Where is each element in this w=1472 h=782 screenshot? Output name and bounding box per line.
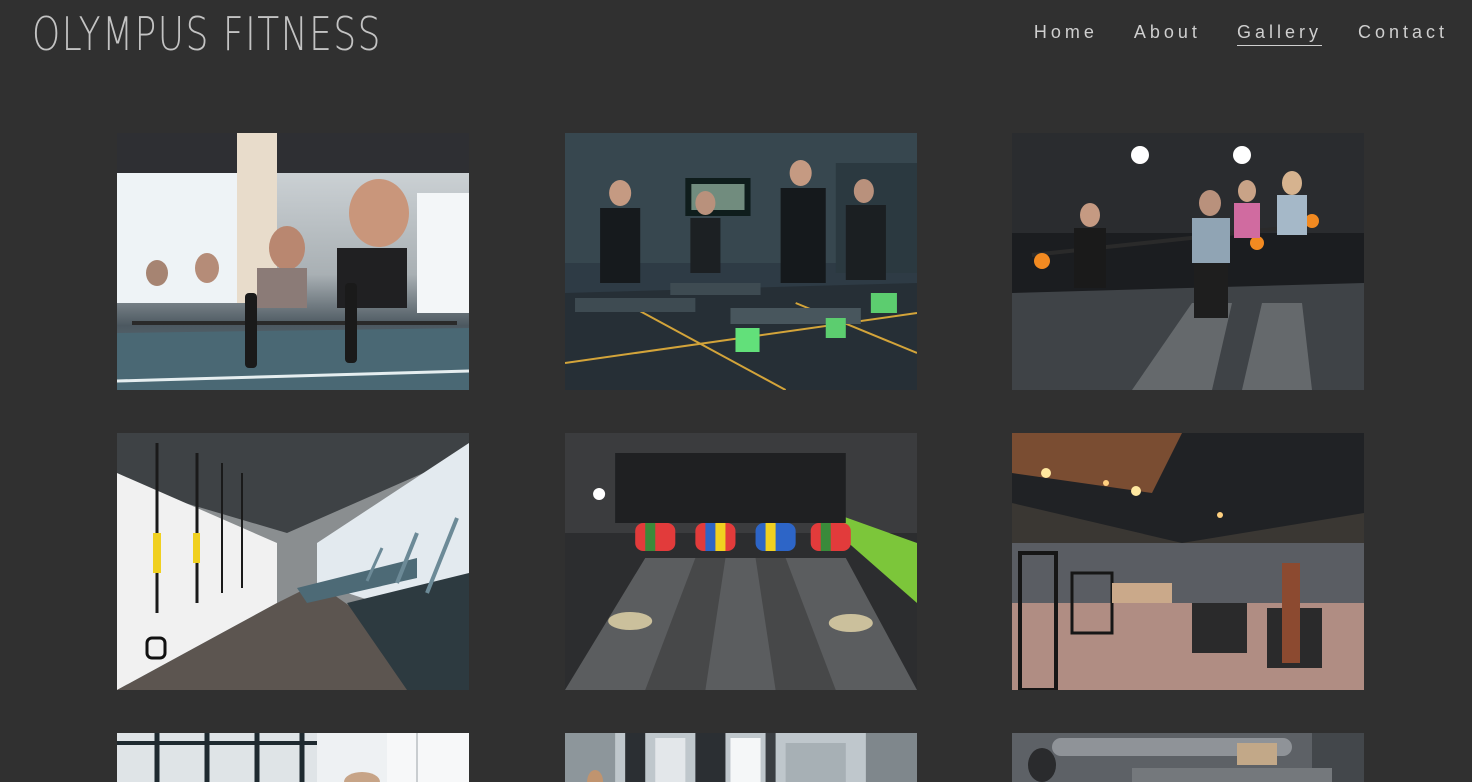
gallery-image-city-view-studio[interactable] xyxy=(565,733,917,782)
gallery-grid xyxy=(0,0,1472,782)
gallery-image-gym-floor-overview[interactable] xyxy=(1012,433,1364,690)
gallery-image-barbell-lunge-class[interactable] xyxy=(1012,133,1364,390)
gallery-image-deadlift-group[interactable] xyxy=(117,133,469,390)
gallery-image-plate-rack-and-mats[interactable] xyxy=(565,433,917,690)
gallery-image-trx-and-treadmills[interactable] xyxy=(117,433,469,690)
gallery-image-step-class[interactable] xyxy=(565,133,917,390)
gallery-image-window-studio[interactable] xyxy=(117,733,469,782)
gallery-image-ducted-ceiling-gym[interactable] xyxy=(1012,733,1364,782)
